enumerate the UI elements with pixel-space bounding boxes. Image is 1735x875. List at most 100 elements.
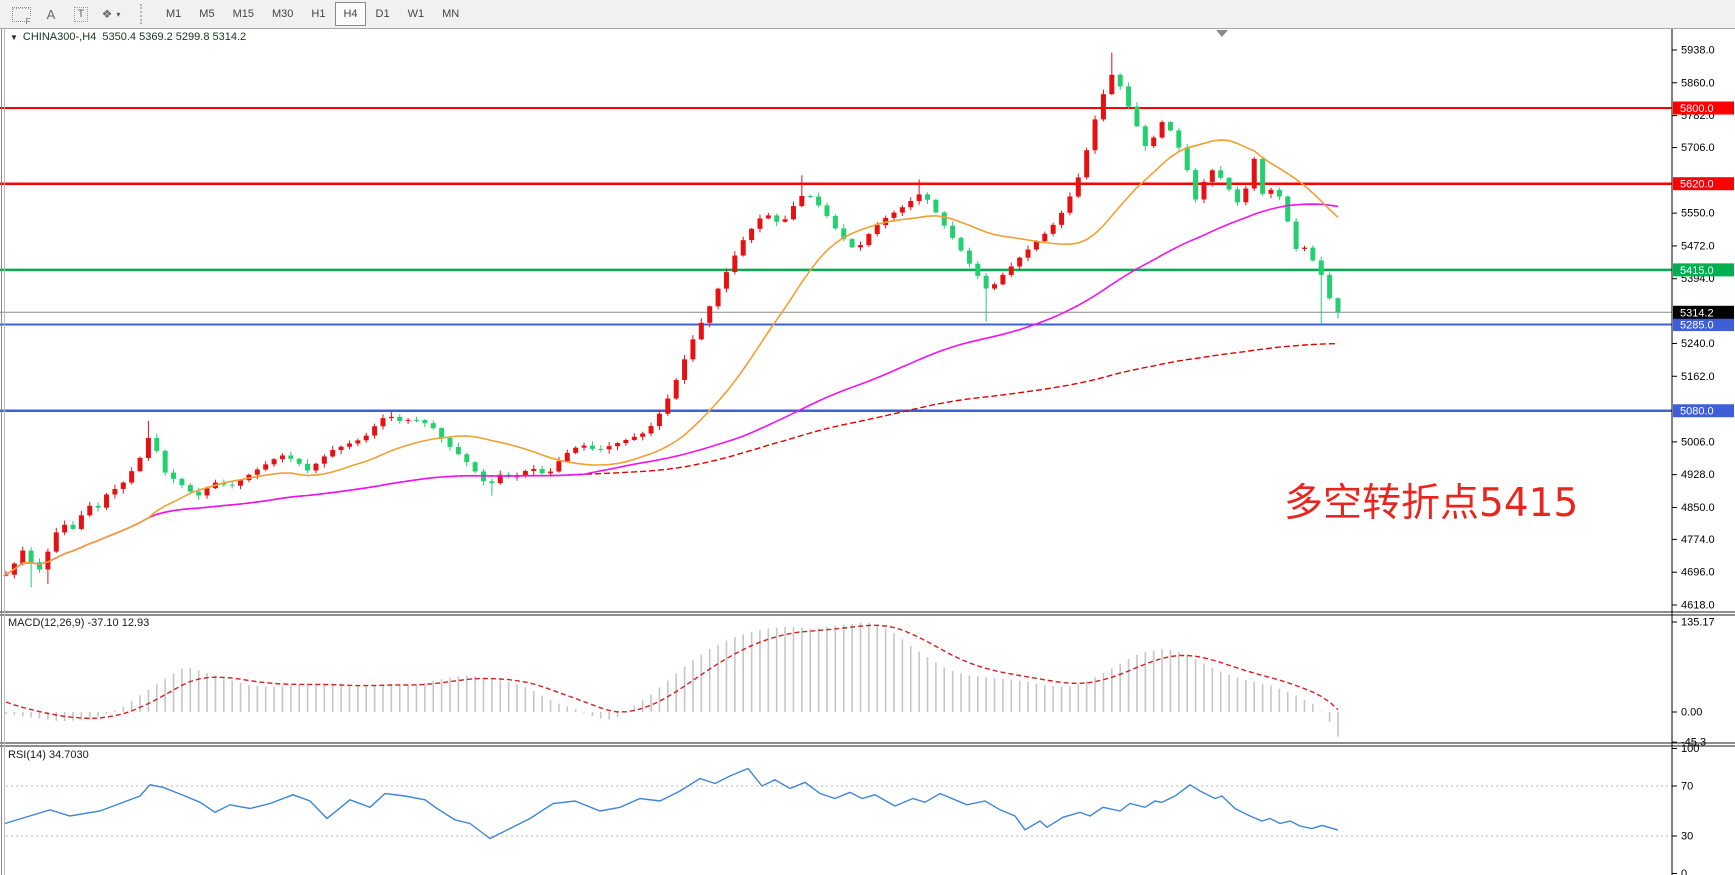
- candle-body: [850, 239, 855, 247]
- candle-body: [925, 194, 930, 199]
- candle-body: [1126, 86, 1131, 106]
- candle-body: [1193, 170, 1198, 199]
- candle-body: [1134, 107, 1139, 127]
- candle-body: [1160, 122, 1165, 137]
- axis-tick-label: 0.00: [1681, 707, 1702, 719]
- candle-body: [1093, 119, 1098, 150]
- candle-body: [699, 323, 704, 340]
- candle-body: [531, 469, 536, 471]
- candle-body: [1026, 250, 1031, 258]
- timeframe-button-MN[interactable]: MN: [434, 2, 467, 26]
- candle-body: [933, 200, 938, 213]
- axis-tick-label: 0: [1681, 868, 1687, 875]
- candle-body: [431, 423, 436, 428]
- indicator-grid-tool-button[interactable]: F: [8, 2, 34, 26]
- price-level-badge-text: 5620.0: [1680, 179, 1714, 191]
- candle-body: [816, 197, 821, 206]
- candle-body: [464, 454, 469, 462]
- candle-body: [565, 453, 570, 461]
- candle-body: [1076, 177, 1081, 196]
- timeframe-button-M30[interactable]: M30: [264, 2, 301, 26]
- symbol-dropdown-icon[interactable]: ▼: [10, 33, 18, 42]
- support-resistance-lines[interactable]: [0, 108, 1672, 411]
- candle-body: [347, 443, 352, 446]
- candle-body: [540, 469, 545, 473]
- axis-tick-label: 5860.0: [1681, 77, 1715, 89]
- candle-body: [556, 461, 561, 471]
- trading-app-window: F A T ❖ ▾ M1M5M15M30H1H4D1W1MN 5938.0586…: [0, 0, 1735, 875]
- candle-body: [1168, 122, 1173, 130]
- moving-average-line: [6, 204, 1338, 575]
- candle-body: [1143, 126, 1148, 146]
- rsi-indicator-label: RSI(14) 34.7030: [8, 749, 89, 761]
- candle-body: [322, 456, 327, 463]
- candle-body: [96, 506, 101, 508]
- candle-body: [79, 515, 84, 529]
- candle-body: [20, 551, 25, 564]
- timeframe-button-W1[interactable]: W1: [400, 2, 433, 26]
- axis-tick-label: 4618.0: [1681, 599, 1715, 611]
- timeframe-button-H4[interactable]: H4: [335, 2, 365, 26]
- candle-body: [1009, 266, 1014, 274]
- shapes-tool-button[interactable]: ❖ ▾: [98, 2, 124, 26]
- toolbar-grip[interactable]: [140, 4, 149, 24]
- chart-shift-marker-icon[interactable]: [1216, 30, 1228, 37]
- candle-body: [397, 417, 402, 421]
- letter-a-icon: A: [47, 7, 56, 22]
- candle-body: [992, 284, 997, 288]
- text-label-tool-button[interactable]: T: [68, 2, 94, 26]
- candle-body: [456, 447, 461, 454]
- axis-tick-label: 5472.0: [1681, 240, 1715, 252]
- candle-body: [489, 481, 494, 483]
- candle-body: [640, 433, 645, 436]
- axis-tick-label: 5938.0: [1681, 45, 1715, 57]
- chevron-down-icon: ▾: [116, 10, 120, 19]
- candle-body: [665, 399, 670, 414]
- candle-body: [288, 455, 293, 458]
- candle-body: [1017, 258, 1022, 267]
- axis-tick-label: 4850.0: [1681, 502, 1715, 514]
- candle-body: [582, 446, 587, 448]
- price-level-badge-text: 5415.0: [1680, 265, 1714, 277]
- chart-title: ▼CHINA300-,H4 5350.4 5369.2 5299.8 5314.…: [10, 31, 246, 43]
- candle-body: [548, 472, 553, 474]
- candle-body: [179, 479, 184, 485]
- timeframe-button-M5[interactable]: M5: [191, 2, 222, 26]
- candle-body: [1151, 138, 1156, 147]
- chart-canvas[interactable]: 5938.05860.05782.05706.05550.05472.05394…: [0, 0, 1735, 875]
- chart-annotation-text[interactable]: 多空转折点5415: [1284, 472, 1578, 528]
- candle-body: [984, 276, 989, 289]
- grid-icon: F: [12, 7, 31, 22]
- candle-body: [372, 426, 377, 435]
- candle-body: [808, 196, 813, 197]
- candle-body: [364, 436, 369, 441]
- price-level-badge-text: 5800.0: [1680, 103, 1714, 115]
- candle-body: [1109, 75, 1114, 94]
- candle-body: [749, 229, 754, 240]
- candle-body: [448, 438, 453, 447]
- candle-body: [967, 250, 972, 263]
- timeframe-button-D1[interactable]: D1: [368, 2, 398, 26]
- candle-body: [1067, 196, 1072, 212]
- cursor-tool-button[interactable]: A: [38, 2, 64, 26]
- candle-body: [238, 480, 243, 486]
- candle-body: [355, 440, 360, 443]
- timeframe-button-H1[interactable]: H1: [303, 2, 333, 26]
- candle-body: [1310, 248, 1315, 261]
- candle-body: [54, 532, 59, 551]
- candle-body: [205, 488, 210, 495]
- candle-body: [942, 212, 947, 225]
- candle-body: [866, 234, 871, 245]
- candle-body: [774, 215, 779, 221]
- macd-indicator-label: MACD(12,26,9) -37.10 12.93: [8, 617, 149, 629]
- candle-body: [682, 359, 687, 380]
- candle-body: [163, 451, 168, 473]
- timeframe-button-M1[interactable]: M1: [158, 2, 189, 26]
- candle-body: [330, 450, 335, 456]
- candle-body: [112, 489, 117, 495]
- candle-body: [1302, 248, 1307, 249]
- timeframe-button-M15[interactable]: M15: [225, 2, 262, 26]
- candle-body: [1059, 213, 1064, 225]
- candle-body: [1268, 190, 1273, 194]
- candle-body: [757, 218, 762, 228]
